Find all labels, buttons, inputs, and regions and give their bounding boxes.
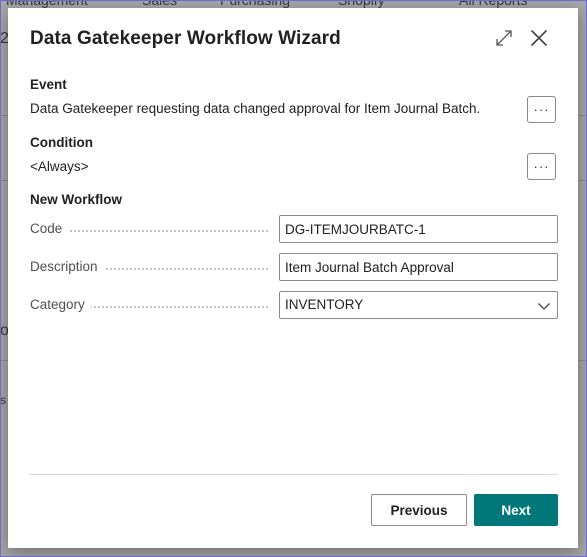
background-tab: Purchasing [220, 0, 291, 8]
background-tab: Sales [142, 0, 178, 8]
category-label: Category [30, 297, 91, 312]
footer-divider [30, 474, 558, 475]
dialog-title: Data Gatekeeper Workflow Wizard [30, 28, 341, 49]
expand-icon [496, 30, 512, 46]
next-button[interactable]: Next [474, 494, 558, 526]
chevron-down-icon [538, 303, 550, 310]
event-more-button[interactable]: ··· [527, 96, 556, 123]
workflow-wizard-dialog: Data Gatekeeper Workflow Wizard Event Da… [8, 8, 578, 548]
background-tab: All Reports [459, 0, 528, 8]
code-input[interactable] [279, 215, 558, 243]
event-label: Event [30, 77, 67, 92]
category-select[interactable]: INVENTORY [279, 291, 558, 319]
background-tab: Shopify [338, 0, 385, 8]
close-button[interactable] [526, 25, 552, 51]
background-text: s [0, 393, 6, 407]
code-row: Code [30, 215, 558, 243]
background-tabs: Management Sales Purchasing Shopify All … [0, 0, 587, 8]
condition-value: <Always> [30, 159, 89, 174]
condition-more-button[interactable]: ··· [527, 153, 556, 180]
description-label: Description [30, 259, 104, 274]
expand-button[interactable] [491, 25, 517, 51]
category-row: Category INVENTORY [30, 291, 558, 319]
new-workflow-label: New Workflow [30, 192, 123, 207]
description-input[interactable] [279, 253, 558, 281]
condition-label: Condition [30, 135, 93, 150]
event-value: Data Gatekeeper requesting data changed … [30, 101, 481, 116]
close-icon [530, 29, 548, 47]
code-label: Code [30, 221, 69, 236]
previous-button[interactable]: Previous [371, 494, 467, 526]
background-tab: Management [6, 0, 88, 8]
category-selected-value: INVENTORY [285, 297, 364, 312]
description-row: Description [30, 253, 558, 281]
